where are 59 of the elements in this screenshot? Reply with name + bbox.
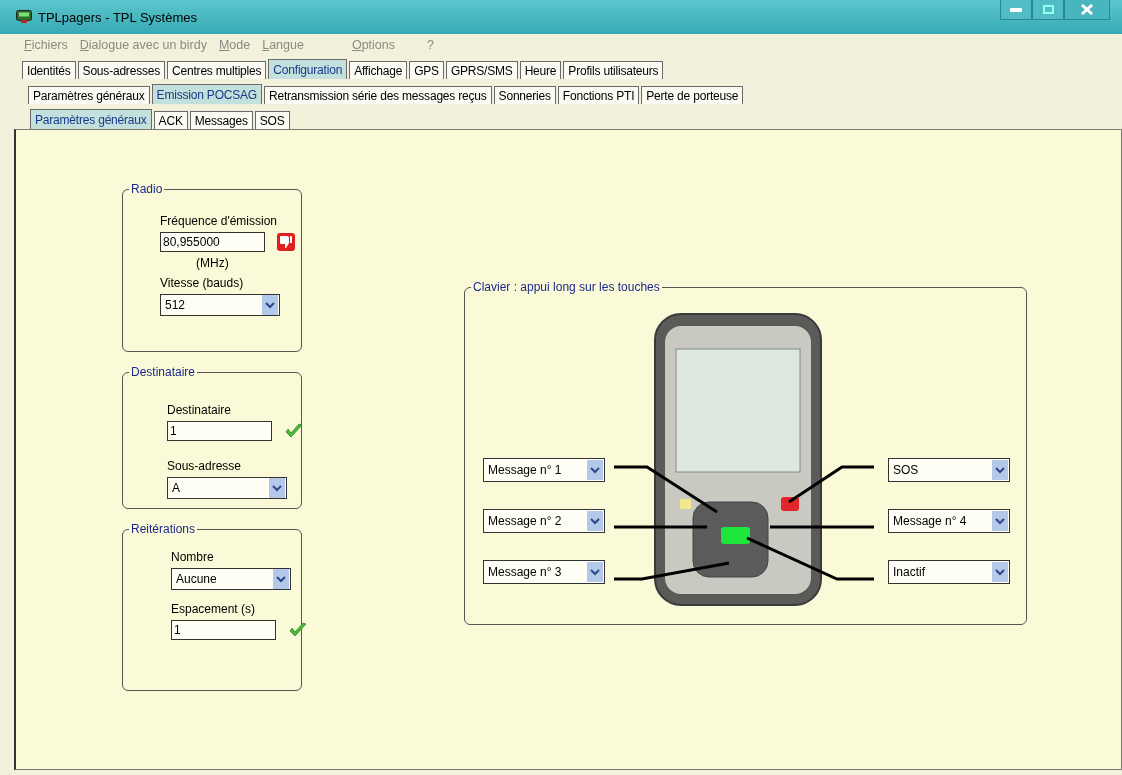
input-field[interactable]: 1: [171, 620, 276, 640]
tab[interactable]: Heure: [519, 61, 562, 79]
tab[interactable]: Affichage: [349, 61, 408, 79]
minimize-button[interactable]: [1000, 0, 1032, 20]
dropdown[interactable]: Message n° 2: [483, 509, 605, 533]
tab[interactable]: GPRS/SMS: [445, 61, 518, 79]
tab[interactable]: Perte de porteuse: [641, 86, 744, 104]
chevron-down-icon: [992, 562, 1008, 582]
tab[interactable]: Paramètres généraux: [30, 109, 152, 129]
field-label: Nombre: [171, 550, 214, 564]
close-icon: [1081, 4, 1093, 15]
chevron-down-icon: [992, 460, 1008, 480]
window-title: TPLpagers - TPL Systèmes: [38, 9, 197, 25]
field-label: Sous-adresse: [167, 459, 242, 473]
dropdown[interactable]: SOS: [888, 458, 1010, 482]
field-label: Vitesse (bauds): [160, 276, 244, 290]
tab[interactable]: ACK: [153, 111, 188, 129]
dropdown[interactable]: Message n° 3: [483, 560, 605, 584]
tab[interactable]: Identités: [22, 61, 76, 79]
dropdown[interactable]: Message n° 1: [483, 458, 605, 482]
chevron-down-icon: [262, 295, 278, 315]
dropdown[interactable]: 512: [160, 294, 280, 316]
tab[interactable]: Profils utilisateurs: [563, 61, 664, 79]
chevron-down-icon: [992, 511, 1008, 531]
tab[interactable]: Paramètres généraux: [28, 86, 150, 104]
dropdown[interactable]: Aucune: [171, 568, 291, 590]
dropdown[interactable]: Inactif: [888, 560, 1010, 584]
chevron-down-icon: [587, 460, 603, 480]
group-title: Radio: [129, 182, 165, 196]
chevron-down-icon: [273, 569, 289, 589]
tab[interactable]: SOS: [254, 111, 290, 129]
minimize-icon: [1010, 7, 1022, 12]
group-title: Clavier : appui long sur les touches: [471, 280, 662, 294]
tab[interactable]: Emission POCSAG: [151, 84, 262, 104]
tab[interactable]: Retransmission série des messages reçus: [264, 86, 492, 104]
chevron-down-icon: [587, 511, 603, 531]
dropdown[interactable]: Message n° 4: [888, 509, 1010, 533]
tab[interactable]: Centres multiples: [167, 61, 267, 79]
input-field[interactable]: 1: [167, 421, 272, 441]
tab[interactable]: Fonctions PTI: [557, 86, 640, 104]
pager-icon: [16, 10, 32, 24]
group-title: Reitérations: [129, 522, 198, 536]
unit-label: (MHz): [196, 256, 229, 270]
field-label: Fréquence d'émission: [160, 214, 278, 228]
field-label: Espacement (s): [171, 602, 256, 616]
tab[interactable]: Messages: [189, 111, 253, 129]
tab[interactable]: Configuration: [268, 59, 348, 79]
close-button[interactable]: [1064, 0, 1110, 20]
group-title: Destinataire: [129, 365, 198, 379]
maximize-button[interactable]: [1032, 0, 1064, 20]
chevron-down-icon: [587, 562, 603, 582]
tab[interactable]: Sous-adresses: [77, 61, 166, 79]
maximize-icon: [1042, 5, 1054, 14]
tab[interactable]: Sonneries: [493, 86, 556, 104]
dropdown[interactable]: A: [167, 477, 287, 499]
input-field[interactable]: 80,955000: [160, 232, 265, 252]
tab[interactable]: GPS: [409, 61, 444, 79]
chevron-down-icon: [269, 478, 285, 498]
field-label: Destinataire: [167, 403, 232, 417]
